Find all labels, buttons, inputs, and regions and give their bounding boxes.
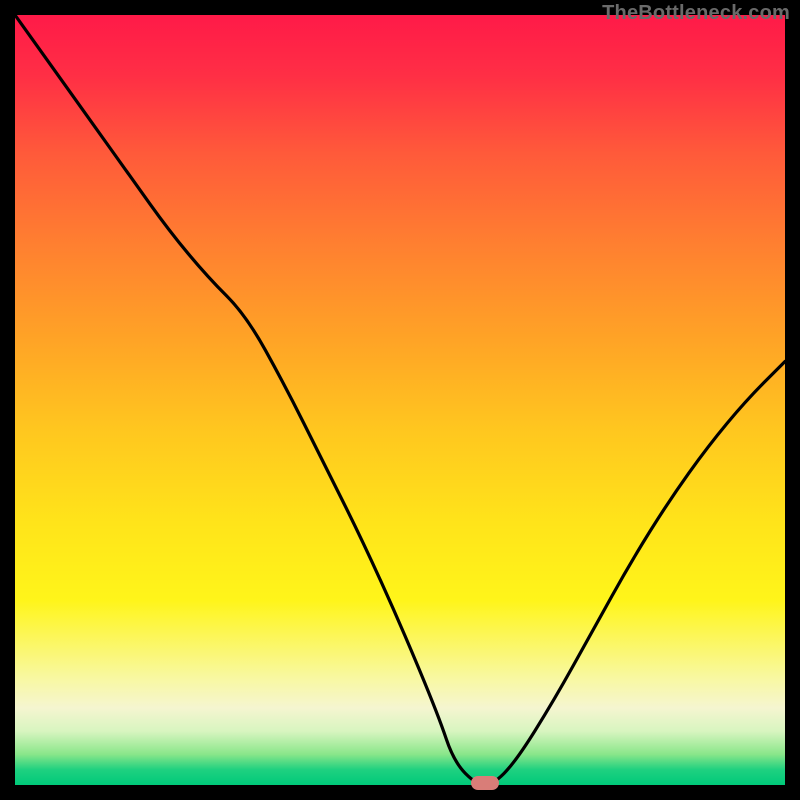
bottleneck-curve [15,15,785,785]
chart-container: TheBottleneck.com [0,0,800,800]
plot-area [15,15,785,785]
optimal-point-marker [471,776,499,790]
watermark-text: TheBottleneck.com [602,2,790,25]
